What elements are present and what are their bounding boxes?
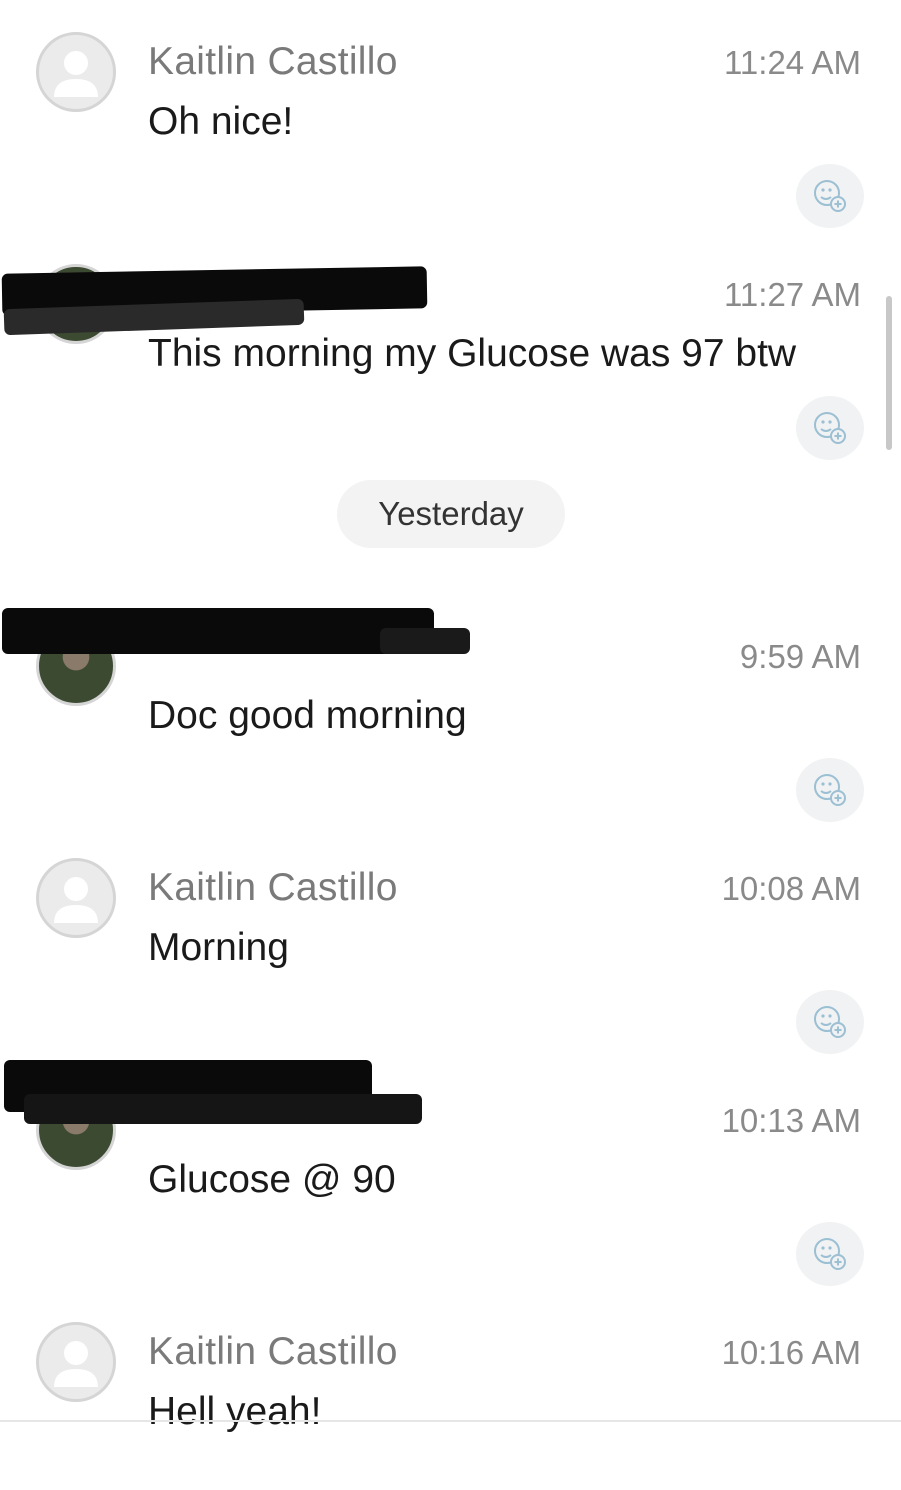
message-text: Glucose @ 90: [148, 1158, 396, 1201]
message-time: 11:27 AM: [724, 276, 861, 313]
message-time: 9:59 AM: [739, 638, 861, 675]
sender-name: Kaitlin Castillo: [148, 40, 398, 83]
sender-name: Kaitlin Castillo: [148, 1330, 398, 1373]
add-reaction-button[interactable]: [796, 990, 864, 1054]
add-reaction-icon: [814, 774, 846, 806]
message-text: This morning my Glucose was 97 btw: [148, 332, 797, 375]
avatar[interactable]: [36, 32, 116, 112]
message-text: Doc good morning: [148, 694, 467, 737]
default-avatar-icon: [54, 877, 98, 923]
message-time: 10:08 AM: [721, 870, 861, 907]
message-time: 10:16 AM: [721, 1334, 861, 1371]
message-time: 10:13 AM: [721, 1102, 861, 1139]
sender-name: Kaitlin Castillo: [148, 866, 398, 909]
avatar[interactable]: [36, 1322, 116, 1402]
scrollbar[interactable]: [886, 296, 892, 450]
message-time: 11:24 AM: [724, 44, 861, 81]
add-reaction-button[interactable]: [796, 396, 864, 460]
message-text: Hell yeah!: [148, 1390, 322, 1433]
add-reaction-button[interactable]: [796, 758, 864, 822]
add-reaction-icon: [814, 180, 846, 212]
avatar[interactable]: [36, 858, 116, 938]
date-separator: Yesterday: [337, 480, 565, 548]
message-item: Kaitlin Castillo 10:16 AM Hell yeah!: [0, 1290, 901, 1490]
redaction-mark: [24, 1094, 422, 1124]
message-text: Oh nice!: [148, 100, 294, 143]
add-reaction-icon: [814, 1006, 846, 1038]
add-reaction-icon: [814, 412, 846, 444]
message-thread: Kaitlin Castillo 11:24 AM Oh nice! 11:27…: [0, 0, 901, 1440]
message-item: Kaitlin Castillo 10:08 AM Morning: [0, 826, 901, 1054]
message-item: 9:59 AM Doc good morning: [0, 594, 901, 822]
add-reaction-button[interactable]: [796, 1222, 864, 1286]
default-avatar-icon: [54, 51, 98, 97]
divider: [0, 1420, 901, 1422]
add-reaction-button[interactable]: [796, 164, 864, 228]
message-item: 10:13 AM Glucose @ 90: [0, 1058, 901, 1286]
message-text: Morning: [148, 926, 289, 969]
redaction-mark: [380, 628, 470, 654]
redaction-mark: [2, 608, 434, 654]
message-item: 11:27 AM This morning my Glucose was 97 …: [0, 232, 901, 460]
default-avatar-icon: [54, 1341, 98, 1387]
add-reaction-icon: [814, 1238, 846, 1270]
message-item: Kaitlin Castillo 11:24 AM Oh nice!: [0, 0, 901, 228]
